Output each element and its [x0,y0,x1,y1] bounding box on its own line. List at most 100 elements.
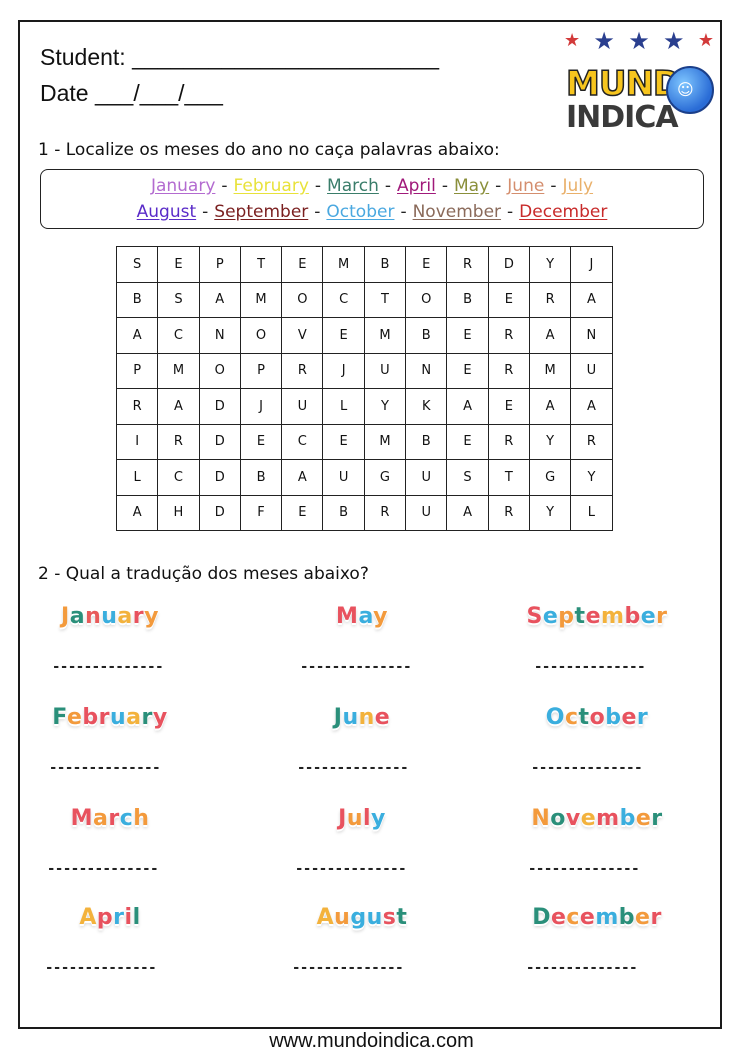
grid-cell[interactable]: Y [528,423,572,460]
grid-cell[interactable]: M [363,317,407,354]
grid-cell[interactable]: N [198,317,241,354]
answer-line-november[interactable]: -------------- [528,861,640,877]
grid-cell[interactable]: P [115,352,159,389]
grid-cell[interactable]: A [446,388,489,425]
answer-line-july[interactable]: -------------- [295,861,407,877]
grid-cell[interactable]: T [487,459,530,496]
grid-cell[interactable]: E [281,246,324,283]
answer-line-october[interactable]: -------------- [531,760,643,776]
grid-cell[interactable]: U [570,352,613,389]
grid-cell[interactable]: N [570,317,613,354]
grid-cell[interactable]: R [487,352,530,389]
grid-cell[interactable]: E [157,246,200,283]
student-name-field[interactable]: Student: ________________________ [40,44,439,71]
grid-cell[interactable]: C [157,317,200,354]
grid-cell[interactable]: E [322,423,365,460]
grid-cell[interactable]: A [528,388,572,425]
grid-cell[interactable]: B [405,423,448,460]
grid-cell[interactable]: E [281,494,324,531]
grid-cell[interactable]: U [405,459,448,496]
grid-cell[interactable]: R [487,317,530,354]
grid-cell[interactable]: O [198,352,241,389]
grid-cell[interactable]: M [239,281,283,318]
grid-cell[interactable]: M [528,352,572,389]
grid-cell[interactable]: C [157,459,200,496]
grid-cell[interactable]: D [198,459,241,496]
grid-cell[interactable]: O [239,317,283,354]
grid-cell[interactable]: G [363,459,407,496]
grid-cell[interactable]: R [570,423,613,460]
grid-cell[interactable]: B [446,281,489,318]
grid-cell[interactable]: R [281,352,324,389]
grid-cell[interactable]: J [322,352,365,389]
grid-cell[interactable]: K [405,388,448,425]
grid-cell[interactable]: J [239,388,283,425]
date-field[interactable]: Date ___/___/___ [40,80,223,107]
answer-line-april[interactable]: -------------- [45,960,157,976]
grid-cell[interactable]: G [528,459,572,496]
grid-cell[interactable]: D [198,388,241,425]
grid-cell[interactable]: O [405,281,448,318]
grid-cell[interactable]: R [528,281,572,318]
grid-cell[interactable]: R [157,423,200,460]
grid-cell[interactable]: N [405,352,448,389]
grid-cell[interactable]: U [405,494,448,531]
grid-cell[interactable]: Y [363,388,407,425]
grid-cell[interactable]: R [446,246,489,283]
grid-cell[interactable]: U [281,388,324,425]
grid-cell[interactable]: I [115,423,159,460]
grid-cell[interactable]: L [115,459,159,496]
answer-line-august[interactable]: -------------- [292,960,404,976]
grid-cell[interactable]: R [487,423,530,460]
grid-cell[interactable]: M [363,423,407,460]
grid-cell[interactable]: M [322,246,365,283]
grid-cell[interactable]: T [239,246,283,283]
grid-cell[interactable]: A [446,494,489,531]
grid-cell[interactable]: U [322,459,365,496]
grid-cell[interactable]: U [363,352,407,389]
grid-cell[interactable]: F [239,494,283,531]
grid-cell[interactable]: B [115,281,159,318]
grid-cell[interactable]: B [405,317,448,354]
grid-cell[interactable]: R [487,494,530,531]
grid-cell[interactable]: E [487,388,530,425]
grid-cell[interactable]: E [239,423,283,460]
answer-line-june[interactable]: -------------- [297,760,409,776]
grid-cell[interactable]: O [281,281,324,318]
grid-cell[interactable]: A [198,281,241,318]
grid-cell[interactable]: E [405,246,448,283]
grid-cell[interactable]: C [322,281,365,318]
grid-cell[interactable]: A [115,317,159,354]
grid-cell[interactable]: S [157,281,200,318]
grid-cell[interactable]: A [570,388,613,425]
grid-cell[interactable]: S [446,459,489,496]
grid-cell[interactable]: Y [528,246,572,283]
grid-cell[interactable]: E [446,352,489,389]
answer-line-february[interactable]: -------------- [49,760,161,776]
grid-cell[interactable]: D [487,246,530,283]
grid-cell[interactable]: M [157,352,200,389]
answer-line-may[interactable]: -------------- [300,659,412,675]
grid-cell[interactable]: P [239,352,283,389]
grid-cell[interactable]: A [528,317,572,354]
answer-line-january[interactable]: -------------- [52,659,164,675]
grid-cell[interactable]: V [281,317,324,354]
grid-cell[interactable]: B [239,459,283,496]
grid-cell[interactable]: R [115,388,159,425]
grid-cell[interactable]: E [487,281,530,318]
grid-cell[interactable]: E [446,423,489,460]
grid-cell[interactable]: J [570,246,613,283]
grid-cell[interactable]: Y [528,494,572,531]
grid-cell[interactable]: B [322,494,365,531]
grid-cell[interactable]: B [363,246,407,283]
grid-cell[interactable]: P [198,246,241,283]
grid-cell[interactable]: Y [570,459,613,496]
answer-line-september[interactable]: -------------- [534,659,646,675]
grid-cell[interactable]: A [157,388,200,425]
grid-cell[interactable]: H [157,494,200,531]
grid-cell[interactable]: E [322,317,365,354]
grid-cell[interactable]: A [115,494,159,531]
grid-cell[interactable]: S [115,246,159,283]
grid-cell[interactable]: E [446,317,489,354]
answer-line-march[interactable]: -------------- [47,861,159,877]
